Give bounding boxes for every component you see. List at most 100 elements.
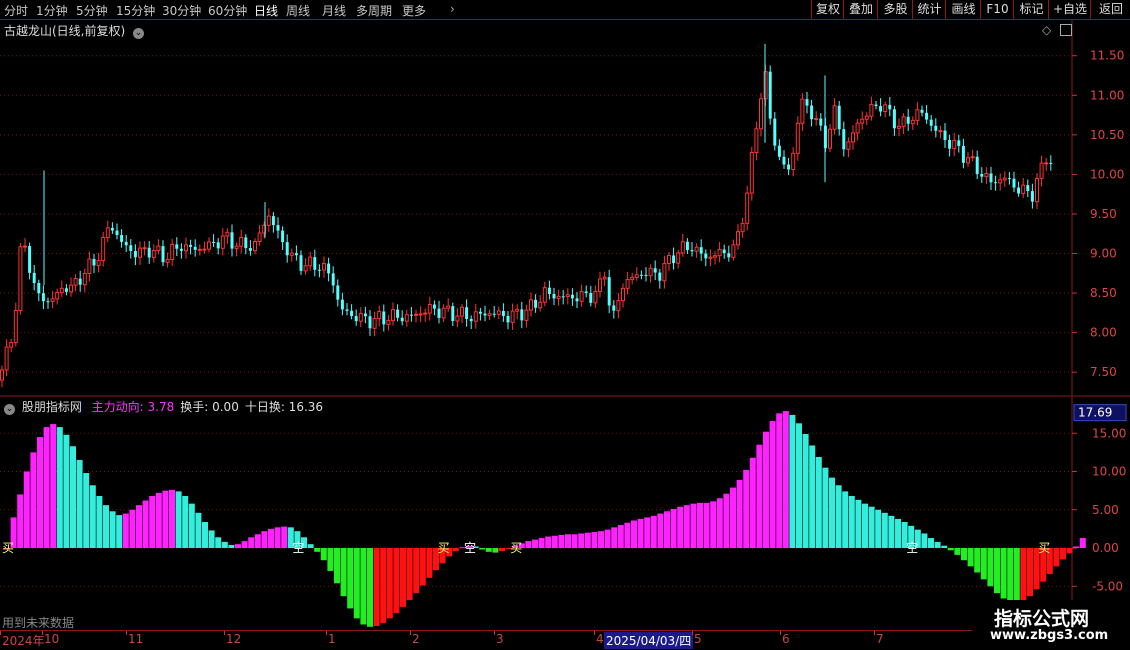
candle (377, 305, 382, 327)
period-6[interactable]: 日线 (254, 2, 278, 19)
indicator-bar (743, 469, 750, 548)
indicator-bar (30, 452, 37, 548)
indicator-bar (987, 548, 994, 587)
period-3[interactable]: 15分钟 (116, 2, 155, 19)
candle (331, 266, 335, 294)
toolbar-button-3[interactable]: 统计 (912, 0, 946, 19)
toolbar-button-5[interactable]: F10 (980, 0, 1014, 19)
candle (248, 240, 252, 256)
indicator-bar (499, 548, 505, 552)
candle (906, 108, 910, 131)
indicator-name[interactable]: 股朋指标网 (22, 400, 82, 414)
toolbar-button-0[interactable]: 复权 (811, 0, 844, 19)
candle (382, 304, 386, 332)
candle (299, 250, 303, 275)
indicator-bar (109, 511, 116, 548)
candle (78, 270, 82, 292)
indicator-bar (532, 539, 538, 548)
candle (414, 309, 418, 323)
candle (685, 238, 689, 254)
indicator-bar (782, 411, 789, 548)
date-tick (874, 631, 875, 635)
date-tick (224, 631, 225, 635)
candle (59, 280, 64, 297)
candle (639, 270, 643, 280)
candle (289, 248, 294, 262)
candle (409, 307, 413, 322)
date-label: 5 (694, 632, 702, 646)
toolbar-button-8[interactable]: 返回 (1090, 0, 1130, 19)
candle (616, 293, 621, 319)
toolbar-button-1[interactable]: 叠加 (843, 0, 878, 19)
period-0[interactable]: 分时 (4, 2, 28, 19)
candle (542, 281, 547, 307)
candle (984, 167, 989, 184)
candle (708, 249, 713, 267)
candle (579, 284, 584, 307)
candle (740, 217, 745, 238)
candle (658, 268, 662, 289)
candle (759, 92, 763, 137)
indicator-bar (63, 434, 70, 548)
candle (970, 149, 975, 162)
price-tick: 9.00 (1090, 247, 1117, 261)
period-9[interactable]: 多周期 (356, 2, 392, 19)
toolbar-button-4[interactable]: 画线 (945, 0, 981, 19)
indicator-bar (584, 532, 591, 548)
diamond-icon[interactable]: ◇ (1042, 23, 1051, 37)
settings-icon[interactable]: ⌄ (4, 404, 15, 415)
indicator-bar (202, 521, 208, 548)
period-4[interactable]: 30分钟 (162, 2, 201, 19)
indicator-bar (261, 531, 268, 548)
indicator-bar (723, 493, 730, 548)
candlestick-chart: 11.50 11.00 10.50 10.00 9.50 9.00 8.50 8.00 7.50 (0, 20, 1130, 397)
period-1[interactable]: 1分钟 (36, 2, 68, 19)
toolbar-button-2[interactable]: 多股 (877, 0, 913, 19)
indicator-bar (136, 505, 142, 548)
indicator-bar (142, 500, 149, 548)
indicator-tick: 5.00 (1092, 503, 1119, 517)
candle (690, 242, 694, 257)
candle (313, 249, 317, 277)
indicator-bar (611, 527, 618, 548)
indicator-bar (670, 508, 677, 548)
indicator-bar (716, 498, 723, 548)
indicator-bar (941, 545, 948, 548)
watermark: 指标公式网 www.zbgs3.com (972, 600, 1130, 650)
period-2[interactable]: 5分钟 (76, 2, 108, 19)
indicator-bar (129, 509, 136, 548)
candle (441, 304, 446, 323)
indicator-bar (855, 499, 862, 548)
candle (810, 99, 814, 127)
toolbar-button-7[interactable]: +自选 (1048, 0, 1091, 19)
candle (667, 252, 671, 271)
period-7[interactable]: 周线 (286, 2, 310, 19)
indicator-bar (1060, 548, 1066, 560)
indicator-bar (175, 491, 182, 548)
indicator-bar (631, 520, 637, 548)
candle (634, 267, 639, 281)
candle (354, 309, 358, 326)
indicator-bar (248, 537, 255, 548)
chevron-right-icon[interactable]: › (450, 2, 455, 16)
indicator-bar (749, 457, 756, 548)
candle (879, 98, 883, 117)
period-5[interactable]: 60分钟 (208, 2, 247, 19)
date-tick (0, 631, 1, 635)
chevron-down-icon[interactable]: ⌄ (133, 28, 145, 39)
panel-toggle-icon[interactable] (1060, 24, 1072, 36)
candle (787, 157, 791, 176)
candle (948, 134, 952, 157)
candle (602, 271, 607, 287)
period-10[interactable]: 更多 (402, 2, 426, 19)
indicator-bar (895, 518, 901, 548)
indicator-bar (419, 548, 426, 586)
candle (966, 151, 970, 167)
period-8[interactable]: 月线 (322, 2, 346, 19)
candle (115, 223, 119, 240)
candle (391, 302, 395, 326)
indicator-field-2: 十日换: 16.36 (244, 400, 324, 414)
indicator-bar (525, 541, 532, 548)
candle (432, 300, 436, 316)
toolbar-button-6[interactable]: 标记 (1013, 0, 1049, 19)
